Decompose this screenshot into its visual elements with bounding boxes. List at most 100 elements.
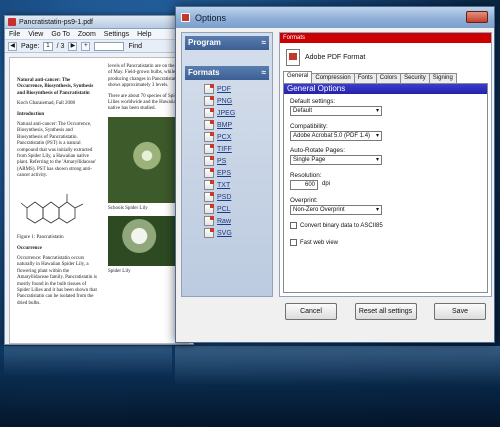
document-author: Koch Gharaiemad, Fall 2008 — [17, 101, 76, 107]
dialog-titlebar: Options — [176, 7, 494, 28]
find-input[interactable] — [94, 41, 125, 51]
reset-all-settings-button[interactable]: Reset all settings — [354, 303, 417, 320]
options-sidebar: Program ≈ Formats ≈ PDF PNG JPEG BMP PCX T… — [181, 32, 273, 297]
pdf-viewer-window: Pancratistatin-ps9-1.pdf File View Go To… — [4, 15, 194, 345]
page-input[interactable]: 1 — [43, 41, 53, 51]
document-page: Natural anti-cancer: The Occurrence, Bio… — [9, 57, 189, 344]
page-total: / 3 — [56, 42, 65, 50]
save-button[interactable]: Save — [434, 303, 486, 320]
format-item-pcl[interactable]: PCL — [204, 203, 272, 215]
file-icon — [204, 228, 214, 238]
collapse-icon: ≈ — [261, 68, 266, 77]
autorotate-label: Auto-Rotate Pages: — [290, 147, 345, 154]
resolution-unit: dpi — [322, 181, 331, 187]
menu-file[interactable]: File — [9, 31, 20, 38]
intro-heading: Introduction — [17, 111, 45, 117]
close-button[interactable] — [466, 11, 488, 23]
format-item-txt[interactable]: TXT — [204, 179, 272, 191]
file-icon — [204, 84, 214, 94]
figure-caption: Figure 1: Pancratistatin — [17, 235, 64, 241]
intro-text: Natural anti-cancer: The Occurrence, Bio… — [17, 122, 96, 179]
viewer-menubar: File View Go To Zoom Settings Help — [5, 29, 193, 40]
viewer-toolbar: ◀ Page: 1 / 3 ▶ + Find — [5, 40, 193, 53]
formats-section-header[interactable]: Formats ≈ — [185, 66, 269, 80]
file-icon — [204, 192, 214, 202]
next-page-icon[interactable]: ▶ — [68, 41, 78, 51]
format-item-tiff[interactable]: TIFF — [204, 143, 272, 155]
checkbox-box[interactable] — [290, 222, 297, 229]
format-item-ps[interactable]: PS — [204, 155, 272, 167]
default-settings-select[interactable]: Default — [290, 106, 382, 116]
tab-colors[interactable]: Colors — [375, 73, 402, 83]
zoom-in-icon[interactable]: + — [81, 41, 91, 51]
file-icon — [204, 216, 214, 226]
default-settings-label: Default settings: — [290, 98, 336, 105]
format-item-raw[interactable]: Raw — [204, 215, 272, 227]
format-item-pdf[interactable]: PDF — [204, 83, 272, 95]
molecule-figure — [20, 193, 84, 224]
compatibility-label: Compatibility: — [290, 123, 328, 130]
menu-goto[interactable]: Go To — [51, 31, 70, 38]
file-icon — [204, 132, 214, 142]
reflection — [0, 346, 500, 427]
convert-ascii85-checkbox[interactable]: Convert binary data to ASCII85 — [290, 222, 383, 229]
compatibility-select[interactable]: Adobe Acrobat 5.0 (PDF 1.4) — [290, 131, 382, 141]
format-item-svg[interactable]: SVG — [204, 227, 272, 239]
file-icon — [204, 168, 214, 178]
tab-fonts[interactable]: Fonts — [353, 73, 377, 83]
document-heading: Natural anti-cancer: The Occurrence, Bio… — [17, 78, 94, 96]
tab-signing[interactable]: Signing — [428, 73, 457, 83]
prev-page-icon[interactable]: ◀ — [8, 41, 17, 51]
format-item-psd[interactable]: PSD — [204, 191, 272, 203]
format-item-jpeg[interactable]: JPEG — [204, 107, 272, 119]
fast-web-view-label: Fast web view — [300, 239, 339, 246]
collapse-icon: ≈ — [261, 38, 266, 47]
tab-security[interactable]: Security — [400, 73, 430, 83]
occurrence-heading: Occurrence — [17, 245, 42, 251]
app-icon — [181, 13, 190, 22]
tab-general[interactable]: General — [283, 71, 313, 83]
pdf-format-icon — [286, 48, 300, 66]
file-icon — [204, 120, 214, 130]
occurrence-text: Occurrence: Pancratistatin occurs natura… — [17, 255, 97, 306]
tab-compression[interactable]: Compression — [311, 73, 355, 83]
find-label[interactable]: Find — [128, 43, 142, 50]
format-title-row: Adobe PDF Format — [280, 43, 491, 71]
format-item-png[interactable]: PNG — [204, 95, 272, 107]
program-section-header[interactable]: Program ≈ — [185, 36, 269, 50]
options-tabs: General Compression Fonts Colors Securit… — [283, 71, 488, 83]
autorotate-select[interactable]: Single Page — [290, 155, 382, 165]
overprint-select[interactable]: Non-Zero Overprint — [290, 205, 382, 215]
viewer-titlebar: Pancratistatin-ps9-1.pdf — [5, 16, 193, 29]
convert-ascii85-label: Convert binary data to ASCII85 — [300, 222, 383, 229]
document-column-left: Natural anti-cancer: The Occurrence, Bio… — [17, 78, 97, 311]
dialog-buttons: Cancel Reset all settings Save — [279, 303, 492, 329]
format-item-pcx[interactable]: PCX — [204, 131, 272, 143]
file-icon — [204, 144, 214, 154]
menu-zoom[interactable]: Zoom — [78, 31, 96, 38]
options-dialog: Options Program ≈ Formats ≈ PDF PNG JPEG B… — [175, 6, 495, 343]
menu-help[interactable]: Help — [137, 31, 151, 38]
resolution-label: Resolution: — [290, 172, 322, 179]
options-main-panel: Formats Adobe PDF Format General Compres… — [279, 32, 492, 297]
format-item-bmp[interactable]: BMP — [204, 119, 272, 131]
menu-view[interactable]: View — [28, 31, 43, 38]
viewer-title: Pancratistatin-ps9-1.pdf — [19, 18, 93, 26]
general-options-panel: General Options Default settings: Defaul… — [283, 83, 488, 293]
page-label: Page: — [21, 42, 40, 50]
format-item-eps[interactable]: EPS — [204, 167, 272, 179]
file-icon — [204, 180, 214, 190]
menu-settings[interactable]: Settings — [104, 31, 129, 38]
fast-web-view-checkbox[interactable]: Fast web view — [290, 239, 338, 246]
resolution-input[interactable]: 600 — [290, 180, 318, 190]
overprint-label: Overprint: — [290, 197, 318, 204]
file-icon — [204, 156, 214, 166]
section-header: General Options — [284, 84, 487, 94]
cancel-button[interactable]: Cancel — [285, 303, 337, 320]
file-icon — [204, 108, 214, 118]
dialog-title: Options — [195, 12, 227, 23]
checkbox-box[interactable] — [290, 239, 297, 246]
formats-header: Formats — [280, 33, 491, 43]
file-icon — [204, 96, 214, 106]
format-name: Adobe PDF Format — [305, 53, 366, 61]
